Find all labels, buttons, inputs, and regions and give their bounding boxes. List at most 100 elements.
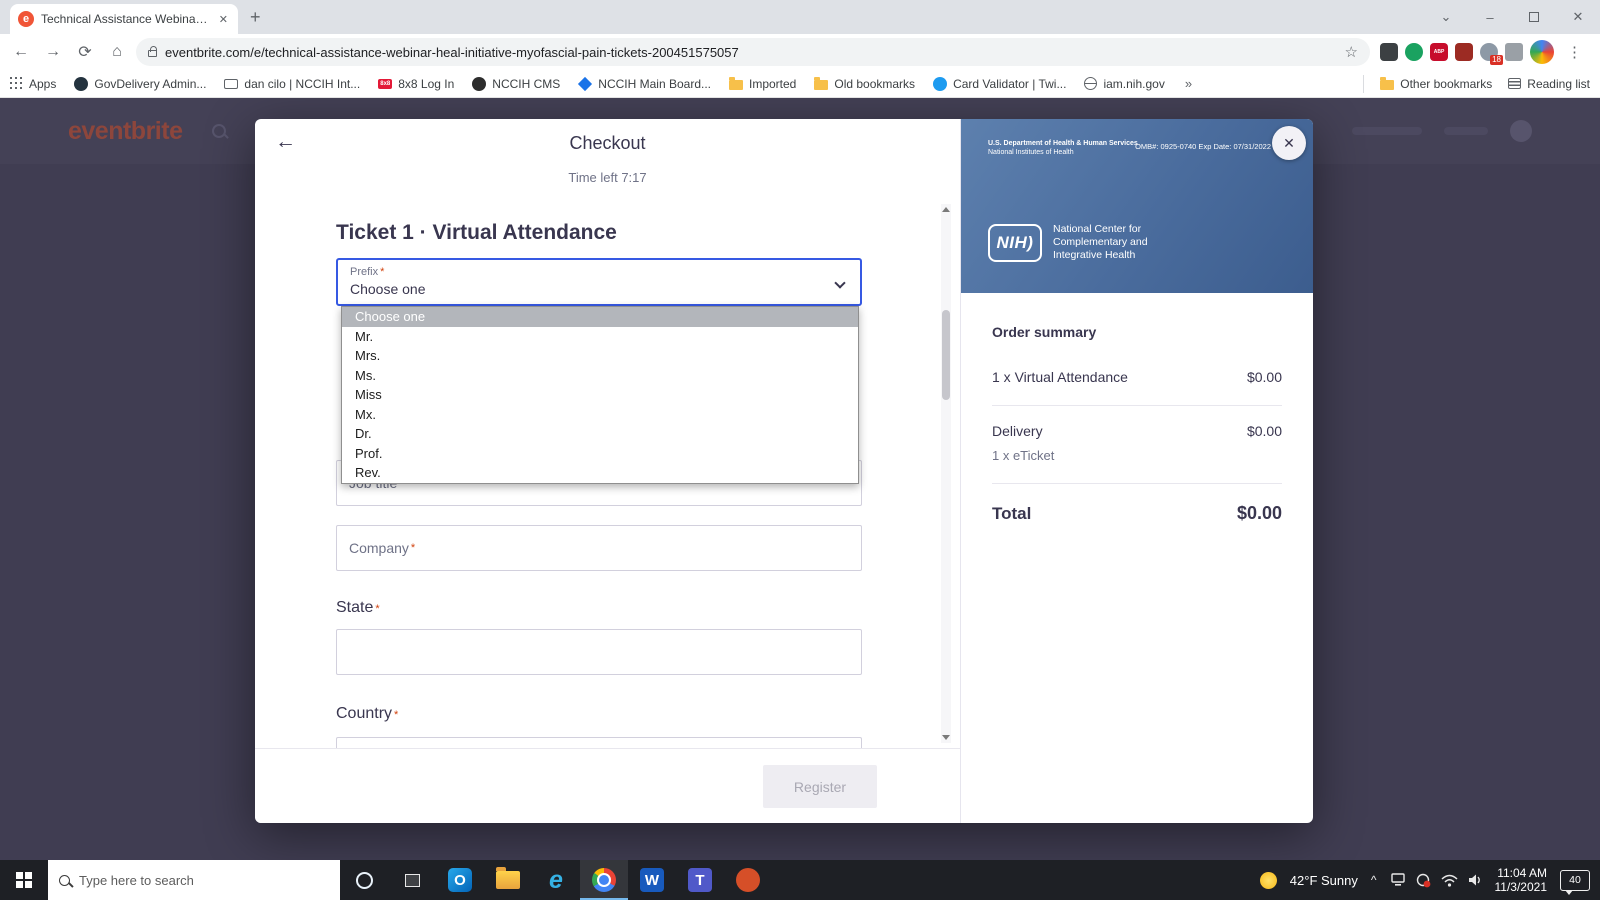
start-button[interactable] — [0, 860, 48, 900]
other-bookmarks-label: Other bookmarks — [1400, 77, 1492, 91]
taskbar-word[interactable]: W — [628, 860, 676, 900]
dropdown-option[interactable]: Rev. — [342, 463, 858, 483]
app-icon — [736, 868, 760, 892]
cortana-icon — [356, 872, 373, 889]
checkout-title: Checkout — [255, 133, 960, 154]
state-field[interactable] — [336, 629, 862, 675]
delivery-line-item: Delivery $0.00 — [992, 423, 1282, 439]
dropdown-option[interactable]: Ms. — [342, 366, 858, 386]
reading-list[interactable]: Reading list — [1508, 77, 1590, 91]
scroll-up-icon[interactable] — [942, 207, 950, 212]
taskbar-chrome[interactable] — [580, 860, 628, 900]
modal-scrollbar[interactable] — [941, 204, 951, 743]
dropdown-option[interactable]: Mx. — [342, 405, 858, 425]
internet-explorer-icon: e — [544, 868, 568, 892]
extension-icon-3[interactable] — [1455, 43, 1473, 61]
back-button[interactable]: ← — [8, 39, 34, 65]
total-value: $0.00 — [1237, 503, 1282, 524]
browser-tab[interactable]: e Technical Assistance Webinar - H ✕ — [10, 4, 238, 34]
clock[interactable]: 11:04 AM 11/3/2021 — [1495, 866, 1548, 894]
nih-banner: U.S. Department of Health & Human Servic… — [961, 119, 1313, 293]
taskbar-internet-explorer[interactable]: e — [532, 860, 580, 900]
divider — [1363, 75, 1364, 93]
search-icon — [212, 124, 226, 138]
address-bar[interactable]: eventbrite.com/e/technical-assistance-we… — [136, 38, 1370, 66]
taskbar-file-explorer[interactable] — [484, 860, 532, 900]
extension-icon-2[interactable] — [1405, 43, 1423, 61]
bookmark-8x8[interactable]: 8x8 8x8 Log In — [378, 77, 454, 91]
bookmark-old-bookmarks[interactable]: Old bookmarks — [814, 77, 915, 91]
teams-icon: T — [688, 868, 712, 892]
line-item-value: $0.00 — [1247, 369, 1282, 385]
bookmarks-overflow-icon[interactable]: » — [1185, 76, 1192, 91]
home-button[interactable]: ⌂ — [104, 39, 130, 65]
tray-date: 11/3/2021 — [1495, 880, 1548, 894]
weather-text[interactable]: 42°F Sunny — [1290, 873, 1358, 888]
dropdown-option[interactable]: Miss — [342, 385, 858, 405]
taskbar-teams[interactable]: T — [676, 860, 724, 900]
forward-button[interactable]: → — [40, 39, 66, 65]
extension-icon-1[interactable] — [1380, 43, 1398, 61]
other-bookmarks[interactable]: Other bookmarks — [1380, 77, 1492, 91]
extensions-puzzle-icon[interactable] — [1505, 43, 1523, 61]
status-tray-icon[interactable] — [1416, 873, 1431, 888]
dropdown-option[interactable]: Mrs. — [342, 346, 858, 366]
modal-close-button[interactable]: ✕ — [1272, 126, 1306, 160]
register-button[interactable]: Register — [763, 765, 877, 808]
bookmark-iam-nih[interactable]: iam.nih.gov — [1084, 77, 1164, 91]
bookmark-nccih-board[interactable]: NCCIH Main Board... — [578, 77, 711, 91]
profile-avatar[interactable] — [1530, 40, 1554, 64]
pc-tray-icon[interactable] — [1390, 873, 1406, 887]
task-view-icon — [405, 874, 420, 887]
cortana-button[interactable] — [340, 860, 388, 900]
volume-icon[interactable] — [1468, 873, 1482, 887]
weather-sun-icon[interactable] — [1260, 872, 1277, 889]
wifi-icon[interactable] — [1441, 874, 1458, 887]
dropdown-option[interactable]: Mr. — [342, 327, 858, 347]
folder-icon — [729, 80, 743, 90]
tab-close-icon[interactable]: ✕ — [217, 11, 230, 28]
taskbar-search[interactable] — [48, 860, 340, 900]
bookmark-card-validator[interactable]: Card Validator | Twi... — [933, 77, 1066, 91]
required-marker: * — [411, 542, 415, 554]
bookmark-apps[interactable]: Apps — [10, 77, 56, 91]
extension-icon-4[interactable]: 18 — [1480, 43, 1498, 61]
search-input[interactable] — [79, 873, 329, 888]
word-icon: W — [640, 868, 664, 892]
browser-toolbar: ← → ⟳ ⌂ eventbrite.com/e/technical-assis… — [0, 34, 1600, 70]
bookmark-govdelivery[interactable]: GovDelivery Admin... — [74, 77, 206, 91]
taskbar-app[interactable] — [724, 860, 772, 900]
agency-line2: National Institutes of Health — [988, 148, 1138, 157]
outlook-icon: O — [448, 868, 472, 892]
required-marker: * — [380, 266, 384, 278]
bookmark-nccih-cms[interactable]: NCCIH CMS — [472, 77, 560, 91]
close-window-button[interactable]: ✕ — [1556, 0, 1600, 34]
bookmark-imported[interactable]: Imported — [729, 77, 796, 91]
chrome-icon — [592, 868, 616, 892]
bookmark-star-icon[interactable]: ☆ — [1345, 43, 1358, 61]
new-tab-button[interactable]: + — [250, 7, 261, 28]
adblock-plus-icon[interactable]: ABP — [1430, 43, 1448, 61]
taskbar-outlook[interactable]: O — [436, 860, 484, 900]
bookmark-dan-cilo[interactable]: dan cilo | NCCIH Int... — [224, 77, 360, 91]
reload-button[interactable]: ⟳ — [72, 39, 98, 65]
maximize-button[interactable] — [1512, 0, 1556, 34]
dropdown-option[interactable]: Choose one — [342, 307, 858, 327]
dropdown-option[interactable]: Dr. — [342, 424, 858, 444]
dropdown-option[interactable]: Prof. — [342, 444, 858, 464]
scrollbar-thumb[interactable] — [942, 310, 950, 400]
browser-menu-icon[interactable]: ⋮ — [1561, 43, 1588, 61]
prefix-select[interactable]: Prefix* Choose one — [336, 258, 862, 306]
scroll-down-icon[interactable] — [942, 735, 950, 740]
extensions-area: ABP 18 ⋮ — [1376, 40, 1592, 64]
delivery-value: $0.00 — [1247, 423, 1282, 439]
action-center-button[interactable]: 40 — [1560, 870, 1590, 891]
task-view-button[interactable] — [388, 860, 436, 900]
tab-title: Technical Assistance Webinar - H — [41, 12, 210, 26]
total-row: Total $0.00 — [992, 503, 1282, 524]
company-field[interactable]: Company* — [336, 525, 862, 571]
tray-chevron-icon[interactable]: ^ — [1371, 873, 1377, 887]
minimize-button[interactable]: – — [1468, 0, 1512, 34]
order-line-item: 1 x Virtual Attendance $0.00 — [992, 369, 1282, 385]
tab-search-icon[interactable]: ⌄ — [1424, 0, 1468, 34]
